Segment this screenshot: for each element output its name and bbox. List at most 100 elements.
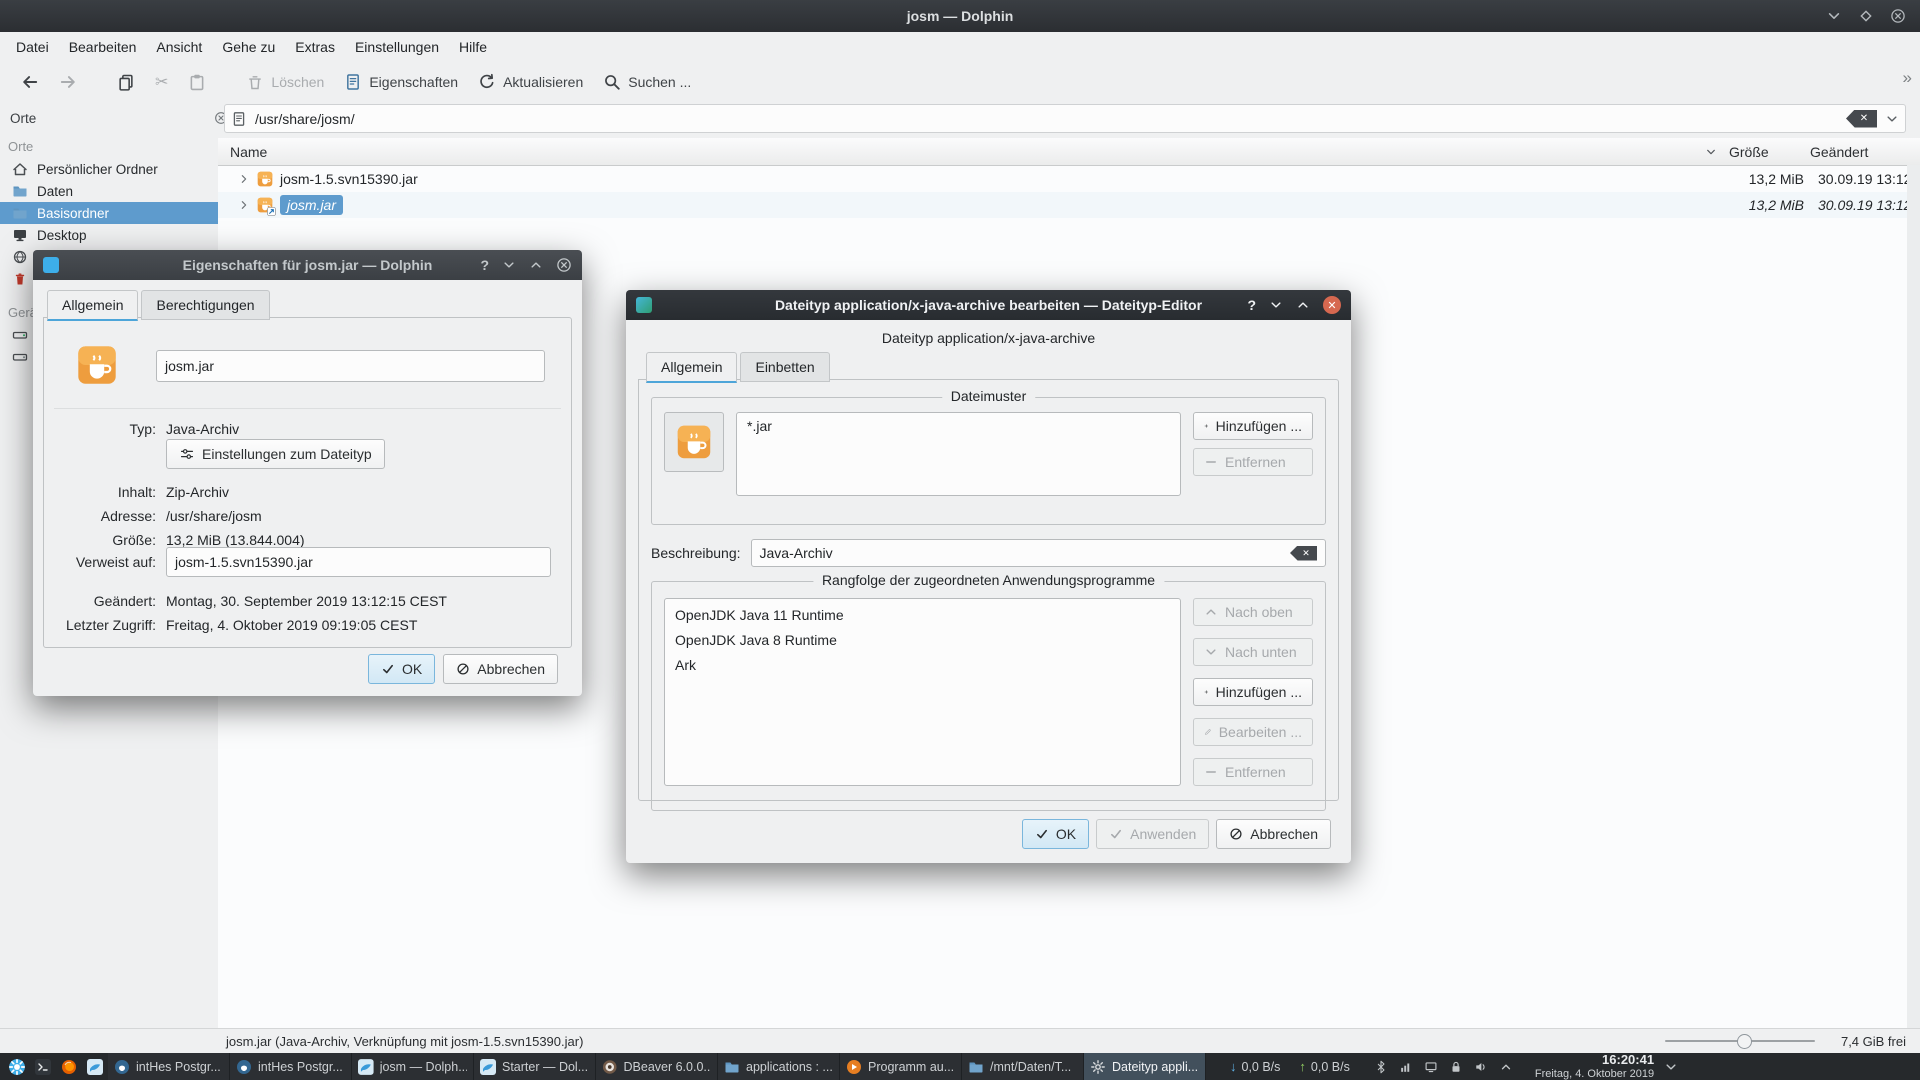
menu-extras[interactable]: Extras bbox=[285, 34, 345, 60]
place-item-desktop[interactable]: Desktop bbox=[0, 224, 218, 246]
task-button[interactable]: intHes Postgr... bbox=[230, 1053, 352, 1080]
task-button[interactable]: intHes Postgr... bbox=[108, 1053, 230, 1080]
description-field[interactable]: Java-Archiv ✕ bbox=[751, 539, 1326, 567]
task-button[interactable]: Programm au... bbox=[840, 1053, 962, 1080]
dolphin-titlebar[interactable]: josm — Dolphin bbox=[0, 0, 1920, 32]
dolphin-launcher[interactable] bbox=[82, 1053, 108, 1080]
tab-einbetten[interactable]: Einbetten bbox=[740, 352, 829, 382]
content-row: Inhalt: Zip-Archiv bbox=[44, 481, 551, 503]
menu-ansicht[interactable]: Ansicht bbox=[146, 34, 212, 60]
zoom-slider-handle[interactable] bbox=[1737, 1034, 1752, 1049]
ok-button[interactable]: OK bbox=[368, 654, 435, 684]
menu-hilfe[interactable]: Hilfe bbox=[449, 34, 497, 60]
properties-button[interactable]: Eigenschaften bbox=[335, 67, 467, 97]
file-row-josm-link[interactable]: josm.jar 13,2 MiB 30.09.19 13:12 bbox=[218, 192, 1920, 218]
remove-app-button[interactable]: Entfernen bbox=[1193, 758, 1313, 786]
task-button[interactable]: applications : ... bbox=[718, 1053, 840, 1080]
menu-gehe-zu[interactable]: Gehe zu bbox=[212, 34, 285, 60]
cut-button[interactable]: ✂ bbox=[146, 66, 177, 98]
toolbar-overflow-icon[interactable]: » bbox=[1903, 68, 1912, 88]
maximize-icon[interactable] bbox=[529, 258, 543, 272]
network-signal-icon[interactable] bbox=[1399, 1060, 1413, 1074]
task-button[interactable]: Starter — Dol... bbox=[474, 1053, 596, 1080]
lock-icon[interactable] bbox=[1449, 1060, 1463, 1074]
place-item-daten[interactable]: Daten bbox=[0, 180, 218, 202]
location-dropdown-icon[interactable] bbox=[1885, 112, 1899, 126]
display-icon[interactable] bbox=[1424, 1060, 1438, 1074]
search-button[interactable]: Suchen ... bbox=[594, 67, 700, 97]
place-item-home[interactable]: Persönlicher Ordner bbox=[0, 158, 218, 180]
copy-button[interactable] bbox=[108, 67, 144, 97]
help-icon[interactable]: ? bbox=[1247, 297, 1256, 313]
task-button[interactable]: josm — Dolph... bbox=[352, 1053, 474, 1080]
volume-icon[interactable] bbox=[1474, 1060, 1488, 1074]
firefox-launcher[interactable] bbox=[56, 1053, 82, 1080]
close-icon[interactable] bbox=[556, 257, 572, 273]
move-down-button[interactable]: Nach unten bbox=[1193, 638, 1313, 666]
menu-einstellungen[interactable]: Einstellungen bbox=[345, 34, 449, 60]
app-launcher-button[interactable] bbox=[4, 1053, 30, 1080]
clear-location-icon[interactable]: ✕ bbox=[1846, 110, 1877, 128]
pattern-item[interactable]: *.jar bbox=[747, 418, 1170, 434]
app-item[interactable]: OpenJDK Java 8 Runtime bbox=[665, 628, 1180, 653]
column-header-size[interactable]: Größe bbox=[1725, 144, 1804, 160]
move-up-button[interactable]: Nach oben bbox=[1193, 598, 1313, 626]
edit-app-button[interactable]: Bearbeiten ... bbox=[1193, 718, 1313, 746]
clear-description-icon[interactable]: ✕ bbox=[1290, 546, 1317, 561]
zoom-slider[interactable] bbox=[1665, 1032, 1815, 1050]
cancel-button[interactable]: Abbrechen bbox=[443, 654, 558, 684]
column-header-modified[interactable]: Geändert bbox=[1804, 144, 1920, 160]
apps-list[interactable]: OpenJDK Java 11 Runtime OpenJDK Java 8 R… bbox=[664, 598, 1181, 786]
filetype-settings-button[interactable]: Einstellungen zum Dateityp bbox=[166, 439, 385, 469]
task-button[interactable]: DBeaver 6.0.0... bbox=[596, 1053, 718, 1080]
properties-dialog-titlebar[interactable]: Eigenschaften für josm.jar — Dolphin ? bbox=[33, 250, 582, 280]
forward-button[interactable] bbox=[50, 67, 86, 97]
back-button[interactable] bbox=[12, 67, 48, 97]
location-path[interactable]: /usr/share/josm/ bbox=[255, 111, 1838, 127]
file-row-jar[interactable]: josm-1.5.svn15390.jar 13,2 MiB 30.09.19 … bbox=[218, 166, 1920, 192]
clock[interactable]: 16:20:41 Freitag, 4. Oktober 2019 bbox=[1535, 1053, 1654, 1080]
terminal-launcher[interactable] bbox=[30, 1053, 56, 1080]
tab-allgemein[interactable]: Allgemein bbox=[47, 290, 138, 321]
tab-allgemein[interactable]: Allgemein bbox=[646, 352, 737, 383]
minimize-icon[interactable] bbox=[1826, 8, 1842, 24]
apply-button[interactable]: Anwenden bbox=[1096, 819, 1209, 849]
maximize-icon[interactable] bbox=[1858, 8, 1874, 24]
bluetooth-icon[interactable] bbox=[1374, 1060, 1388, 1074]
menu-bearbeiten[interactable]: Bearbeiten bbox=[59, 34, 147, 60]
network-monitor[interactable]: ↓ 0,0 B/s ↑ 0,0 B/s bbox=[1230, 1059, 1350, 1074]
cancel-button[interactable]: Abbrechen bbox=[1216, 819, 1331, 849]
vertical-scrollbar[interactable] bbox=[1907, 165, 1920, 1029]
help-icon[interactable]: ? bbox=[480, 257, 489, 273]
column-header-name[interactable]: Name bbox=[218, 144, 1725, 160]
remove-pattern-button[interactable]: Entfernen bbox=[1193, 448, 1313, 476]
expand-chevron-icon[interactable] bbox=[238, 199, 250, 211]
paste-button[interactable] bbox=[179, 67, 215, 97]
app-item[interactable]: OpenJDK Java 11 Runtime bbox=[665, 603, 1180, 628]
task-button[interactable]: /mnt/Daten/T... bbox=[962, 1053, 1084, 1080]
close-icon[interactable] bbox=[1890, 8, 1906, 24]
maximize-icon[interactable] bbox=[1296, 298, 1310, 312]
refresh-button[interactable]: Aktualisieren bbox=[469, 67, 592, 97]
filetype-dialog-titlebar[interactable]: Dateityp application/x-java-archive bear… bbox=[626, 290, 1351, 320]
minimize-icon[interactable] bbox=[502, 258, 516, 272]
panel-notifier-icon[interactable] bbox=[1664, 1060, 1678, 1074]
tab-berechtigungen[interactable]: Berechtigungen bbox=[141, 290, 269, 320]
points-to-field[interactable]: josm-1.5.svn15390.jar bbox=[166, 547, 551, 577]
task-button-active[interactable]: Dateityp appli... bbox=[1084, 1053, 1206, 1080]
add-pattern-button[interactable]: Hinzufügen ... bbox=[1193, 412, 1313, 440]
filetype-icon-button[interactable] bbox=[664, 412, 724, 472]
place-item-basisordner[interactable]: Basisordner bbox=[0, 202, 218, 224]
delete-button[interactable]: Löschen bbox=[237, 67, 333, 97]
add-app-button[interactable]: Hinzufügen ... bbox=[1193, 678, 1313, 706]
minimize-icon[interactable] bbox=[1269, 298, 1283, 312]
app-item[interactable]: Ark bbox=[665, 653, 1180, 678]
location-bar[interactable]: /usr/share/josm/ ✕ bbox=[224, 104, 1906, 133]
expand-chevron-icon[interactable] bbox=[238, 173, 250, 185]
menu-datei[interactable]: Datei bbox=[6, 34, 59, 60]
ok-button[interactable]: OK bbox=[1022, 819, 1089, 849]
close-icon[interactable]: ✕ bbox=[1323, 296, 1341, 314]
patterns-list[interactable]: *.jar bbox=[736, 412, 1181, 496]
tray-expand-icon[interactable] bbox=[1499, 1060, 1513, 1074]
filename-field[interactable]: josm.jar bbox=[156, 350, 545, 382]
